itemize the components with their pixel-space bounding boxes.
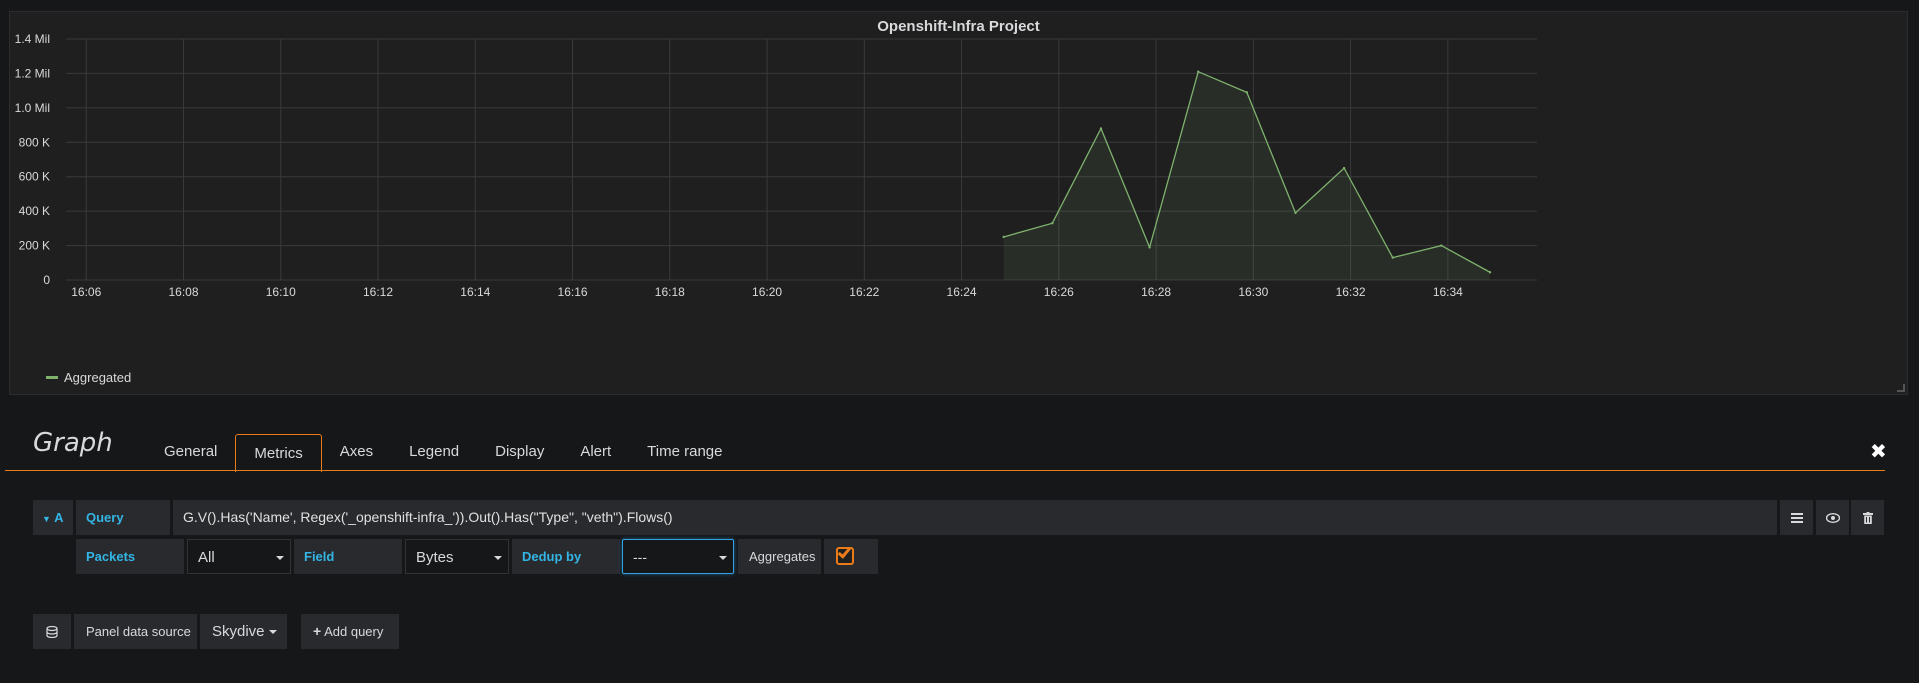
x-tick-label: 16:22 bbox=[849, 285, 879, 299]
y-tick-label: 1.2 Mil bbox=[15, 66, 50, 80]
y-tick-label: 1.4 Mil bbox=[15, 32, 50, 46]
chevron-down-icon bbox=[719, 556, 727, 560]
data-point bbox=[1440, 244, 1443, 247]
tab-display[interactable]: Display bbox=[477, 433, 562, 471]
packets-label: Packets bbox=[76, 539, 184, 574]
data-point bbox=[1148, 246, 1151, 249]
data-point bbox=[1197, 70, 1200, 73]
chevron-down-icon bbox=[276, 556, 284, 560]
close-icon[interactable]: ✖ bbox=[1870, 439, 1887, 464]
query-delete-button[interactable] bbox=[1851, 500, 1884, 535]
checkbox-icon bbox=[836, 544, 854, 565]
x-tick-label: 16:08 bbox=[169, 285, 199, 299]
aggregates-label: Aggregates bbox=[738, 539, 821, 574]
dedup-label: Dedup by bbox=[512, 539, 620, 574]
x-tick-label: 16:16 bbox=[558, 285, 588, 299]
data-point bbox=[1294, 211, 1297, 215]
tab-legend[interactable]: Legend bbox=[391, 433, 477, 471]
x-tick-label: 16:10 bbox=[266, 285, 296, 299]
x-tick-label: 16:14 bbox=[460, 285, 490, 299]
x-tick-label: 16:30 bbox=[1238, 285, 1268, 299]
chevron-down-icon bbox=[494, 556, 502, 560]
x-tick-label: 16:20 bbox=[752, 285, 782, 299]
data-point bbox=[1099, 127, 1103, 130]
tab-general[interactable]: General bbox=[146, 433, 235, 471]
x-tick-label: 16:06 bbox=[71, 285, 101, 299]
query-menu-button[interactable] bbox=[1780, 500, 1813, 535]
y-tick-label: 600 K bbox=[19, 170, 50, 184]
add-query-label: Add query bbox=[324, 624, 384, 639]
data-source-value: Skydive bbox=[212, 623, 265, 640]
plus-icon: + bbox=[313, 623, 322, 639]
editor-tabs: General Metrics Axes Legend Display Alert Time… bbox=[146, 433, 740, 472]
trash-icon bbox=[1862, 512, 1873, 525]
packets-select-value: All bbox=[198, 549, 215, 566]
tab-time-range[interactable]: Time range bbox=[629, 433, 740, 471]
caret-down-icon: ▼ bbox=[42, 514, 51, 524]
legend[interactable]: Aggregated bbox=[46, 370, 131, 385]
database-button[interactable] bbox=[33, 614, 71, 649]
y-tick-label: 1.0 Mil bbox=[15, 101, 50, 115]
y-tick-label: 400 K bbox=[19, 204, 50, 218]
database-icon bbox=[46, 626, 58, 639]
y-tick-label: 0 bbox=[43, 273, 50, 287]
tab-metrics[interactable]: Metrics bbox=[235, 434, 322, 472]
x-tick-label: 16:18 bbox=[655, 285, 685, 299]
query-label: Query bbox=[76, 500, 170, 535]
x-tick-label: 16:26 bbox=[1044, 285, 1074, 299]
add-query-button[interactable]: + Add query bbox=[301, 614, 399, 649]
x-tick-label: 16:28 bbox=[1141, 285, 1171, 299]
y-tick-label: 800 K bbox=[19, 135, 50, 149]
checkmark-icon bbox=[837, 544, 852, 559]
query-toggle-visibility-button[interactable] bbox=[1816, 500, 1849, 535]
graph-panel: Openshift-Infra Project 0 200 K 400 K 600 K… bbox=[9, 11, 1908, 395]
field-label: Field bbox=[294, 539, 402, 574]
dedup-select-value: --- bbox=[633, 549, 647, 565]
tabs-divider bbox=[5, 470, 1885, 471]
data-point bbox=[1391, 256, 1394, 259]
chart: 0 200 K 400 K 600 K 800 K 1.0 Mil 1.2 Mil 1.4 M… bbox=[15, 32, 1537, 299]
query-ref-toggle[interactable]: ▼ A bbox=[33, 500, 73, 535]
legend-label[interactable]: Aggregated bbox=[64, 370, 131, 385]
data-point bbox=[1245, 91, 1249, 94]
data-point bbox=[1342, 166, 1346, 170]
query-input[interactable]: G.V().Has('Name', Regex('_openshift-infr… bbox=[173, 500, 1777, 535]
tab-axes[interactable]: Axes bbox=[322, 433, 391, 471]
chevron-down-icon bbox=[269, 630, 277, 634]
data-source-select[interactable]: Skydive bbox=[200, 614, 287, 649]
eye-icon bbox=[1825, 513, 1840, 524]
legend-swatch bbox=[46, 376, 58, 379]
resize-handle[interactable] bbox=[1897, 384, 1905, 392]
data-point bbox=[1002, 235, 1005, 239]
x-tick-label: 16:12 bbox=[363, 285, 393, 299]
hamburger-icon bbox=[1790, 513, 1803, 524]
aggregates-checkbox[interactable] bbox=[824, 539, 878, 574]
panel-data-source-label: Panel data source bbox=[74, 614, 197, 649]
dedup-select[interactable]: --- bbox=[622, 539, 734, 574]
y-tick-label: 200 K bbox=[19, 239, 50, 253]
x-tick-label: 16:32 bbox=[1336, 285, 1366, 299]
x-tick-label: 16:24 bbox=[947, 285, 977, 299]
field-select[interactable]: Bytes bbox=[405, 539, 509, 574]
data-point bbox=[1488, 271, 1492, 274]
field-select-value: Bytes bbox=[416, 549, 454, 566]
packets-select[interactable]: All bbox=[187, 539, 291, 574]
editor-title: Graph bbox=[33, 428, 113, 458]
x-tick-label: 16:34 bbox=[1433, 285, 1463, 299]
data-point bbox=[1051, 221, 1054, 225]
tab-alert[interactable]: Alert bbox=[562, 433, 629, 471]
query-ref-letter: A bbox=[54, 510, 64, 525]
